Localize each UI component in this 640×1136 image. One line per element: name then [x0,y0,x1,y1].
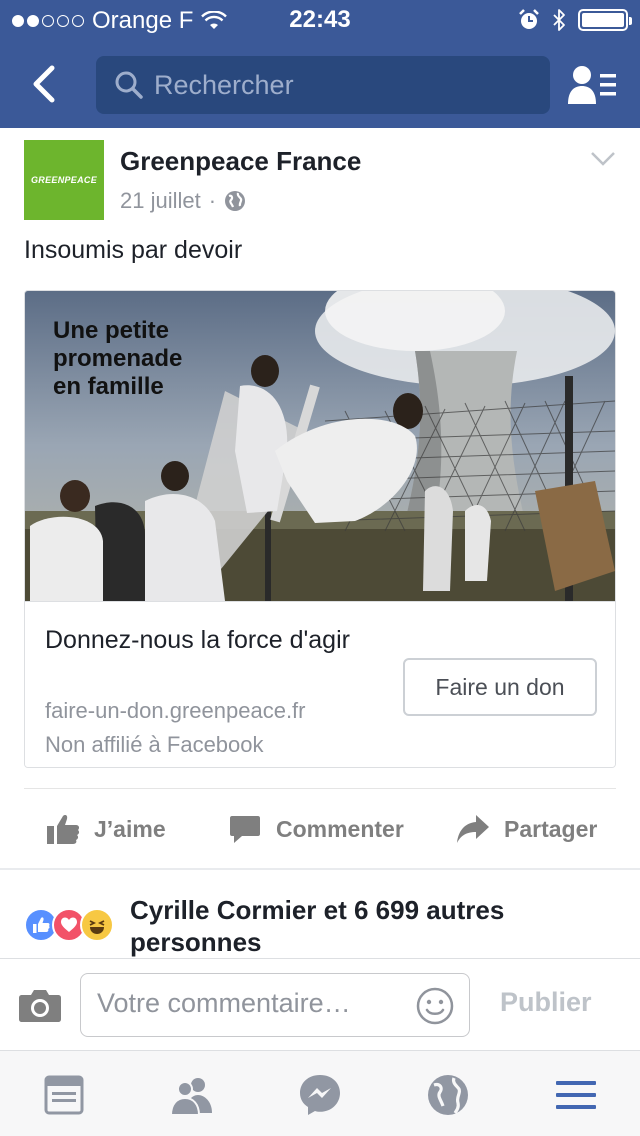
like-label: J’aime [94,815,166,842]
link-card-body: Donnez-nous la force d'agir faire-un-don… [25,601,615,767]
donate-button[interactable]: Faire un don [403,658,597,716]
comment-composer: Publier [0,958,640,1050]
reaction-summary[interactable]: Cyrille Cormier et 6 699 autres personne… [130,894,620,958]
status-bar: Orange F 22:43 [0,0,640,40]
back-icon[interactable] [26,64,66,104]
comment-icon [230,816,260,843]
post-text: Insoumis par devoir [24,236,243,264]
bluetooth-icon [553,9,565,31]
status-right [518,8,632,32]
friend-requests-icon[interactable] [566,64,618,106]
search-input[interactable] [154,69,534,101]
reaction-icons[interactable] [24,908,134,942]
page-name[interactable]: Greenpeace France [120,146,361,177]
link-affiliation: Non affilié à Facebook [45,732,264,757]
tab-bar [0,1050,640,1136]
logo-text: GREENPEACE [30,175,97,185]
search-bar[interactable] [96,56,550,114]
battery-icon [578,9,632,31]
menu-icon [556,1081,596,1109]
link-title[interactable]: Donnez-nous la force d'agir [45,622,375,658]
tab-menu[interactable] [554,1073,598,1117]
messenger-icon [300,1075,340,1115]
share-label: Partager [504,815,598,842]
globe-icon [428,1075,468,1115]
link-image[interactable]: Une petite promenade en famille [25,291,615,601]
tab-news-feed[interactable] [42,1073,86,1117]
like-button[interactable]: J’aime [46,789,166,869]
nav-bar [0,40,640,128]
haha-reaction-icon [80,908,114,942]
tab-friends[interactable] [169,1073,214,1117]
meta-separator: · [208,188,217,213]
friends-icon [169,1078,212,1116]
search-icon [115,71,143,99]
chevron-down-icon[interactable] [590,150,616,168]
publish-button[interactable]: Publier [500,987,592,1018]
tab-messenger[interactable] [298,1073,342,1117]
comment-button[interactable]: Commenter [228,789,404,869]
share-button[interactable]: Partager [456,789,597,869]
globe-icon [225,191,246,211]
emoji-icon[interactable] [415,986,455,1026]
battery-fill [582,13,624,27]
alarm-icon [519,9,539,29]
thumbs-up-icon [47,815,80,844]
post-actions: J’aime Commenter Partager [24,788,616,868]
camera-icon[interactable] [18,987,62,1023]
link-domain: faire-un-don.greenpeace.fr [45,698,306,723]
comment-label: Commenter [276,815,404,842]
comment-input[interactable] [97,988,407,1019]
page-avatar[interactable]: GREENPEACE [24,140,104,220]
section-divider [0,868,640,870]
post-header: GREENPEACE Greenpeace France 21 juillet … [24,140,624,220]
image-caption: Une petite promenade en famille [53,317,183,400]
tab-notifications[interactable] [426,1073,470,1117]
comment-box[interactable] [80,973,470,1037]
news-feed-icon [44,1075,84,1115]
link-card[interactable]: Une petite promenade en famille Donnez-n… [24,290,616,768]
post-date[interactable]: 21 juillet [120,188,201,214]
post-meta: 21 juillet · [120,188,246,214]
share-icon [457,815,489,843]
